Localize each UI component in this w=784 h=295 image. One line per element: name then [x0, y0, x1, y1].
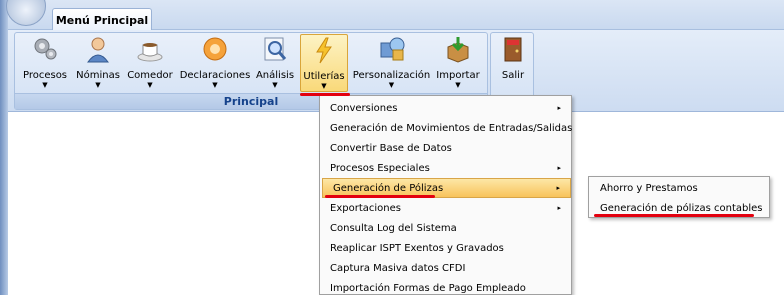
menu-item-label: Importación Formas de Pago Empleado [330, 282, 526, 294]
importar-label: Importar [436, 70, 480, 81]
chevron-down-icon: ▼ [42, 81, 48, 89]
declaraciones-button[interactable]: Declaraciones ▼ [179, 34, 251, 92]
lightning-icon [309, 35, 339, 65]
analisis-button[interactable]: Análisis ▼ [255, 34, 295, 92]
chevron-down-icon: ▼ [321, 82, 327, 90]
annotation-underline-generacion-polizas [325, 195, 435, 198]
menu-item-label: Convertir Base de Datos [330, 142, 452, 154]
magnifier-icon [260, 34, 290, 64]
orange-circle-icon [200, 34, 230, 64]
submenu-arrow-icon: ▸ [557, 104, 561, 112]
submenu-item-label: Ahorro y Prestamos [600, 182, 698, 194]
chevron-down-icon: ▼ [212, 81, 218, 89]
gears-icon [30, 34, 60, 64]
submenu-arrow-icon: ▸ [556, 184, 560, 192]
window-left-border [0, 0, 8, 295]
analisis-label: Análisis [255, 70, 295, 81]
menu-item-convertir-base-datos[interactable]: Convertir Base de Datos [320, 138, 571, 158]
menu-item-label: Generación de Pólizas [333, 182, 444, 194]
chevron-down-icon: ▼ [95, 81, 101, 89]
menu-item-label: Conversiones [330, 102, 398, 114]
salir-label: Salir [501, 70, 525, 81]
utilerias-label: Utilerías [303, 71, 345, 82]
comedor-button[interactable]: Comedor ▼ [127, 34, 173, 92]
menu-item-conversiones[interactable]: Conversiones ▸ [320, 98, 571, 118]
personalizacion-button[interactable]: Personalización ▼ [352, 34, 431, 92]
chevron-down-icon: ▼ [147, 81, 153, 89]
chevron-down-icon: ▼ [388, 81, 395, 89]
salir-button[interactable]: Salir [496, 34, 530, 92]
menu-item-label: Procesos Especiales [330, 162, 430, 174]
nominas-label: Nóminas [76, 70, 120, 81]
polizas-submenu: Ahorro y Prestamos Generación de pólizas… [588, 176, 770, 218]
chevron-down-icon: ▼ [272, 81, 278, 89]
user-icon [83, 34, 113, 64]
import-box-icon [443, 34, 473, 64]
menu-item-label: Captura Masiva datos CFDI [330, 262, 466, 274]
menu-item-label: Exportaciones [330, 202, 401, 214]
menu-item-exportaciones[interactable]: Exportaciones ▸ [320, 198, 571, 218]
tab-label: Menú Principal [55, 13, 149, 27]
menu-item-label: Consulta Log del Sistema [330, 222, 457, 234]
submenu-arrow-icon: ▸ [557, 204, 561, 212]
menu-item-captura-masiva-cfdi[interactable]: Captura Masiva datos CFDI [320, 258, 571, 278]
utilerias-button[interactable]: Utilerías ▼ [300, 34, 348, 92]
submenu-item-ahorro-prestamos[interactable]: Ahorro y Prestamos [589, 178, 769, 198]
menu-item-consulta-log[interactable]: Consulta Log del Sistema [320, 218, 571, 238]
personalizacion-label: Personalización [352, 70, 431, 81]
declaraciones-label: Declaraciones [179, 70, 251, 81]
menu-item-reaplicar-ispt[interactable]: Reaplicar ISPT Exentos y Gravados [320, 238, 571, 258]
menu-item-label: Generación de Movimientos de Entradas/Sa… [330, 122, 573, 134]
annotation-underline-polizas-contables [594, 214, 754, 217]
chevron-down-icon: ▼ [455, 81, 461, 89]
annotation-underline-utilerias [300, 93, 350, 96]
procesos-label: Procesos [22, 70, 68, 81]
menu-item-importacion-formas-pago[interactable]: Importación Formas de Pago Empleado [320, 278, 571, 295]
menu-item-procesos-especiales[interactable]: Procesos Especiales ▸ [320, 158, 571, 178]
submenu-item-label: Generación de pólizas contables [600, 202, 763, 214]
menu-item-generacion-movimientos[interactable]: Generación de Movimientos de Entradas/Sa… [320, 118, 573, 138]
importar-button[interactable]: Importar ▼ [433, 34, 483, 92]
coffee-cup-icon [135, 34, 165, 64]
comedor-label: Comedor [127, 70, 173, 81]
exit-door-icon [498, 34, 528, 64]
submenu-arrow-icon: ▸ [557, 164, 561, 172]
menu-item-label: Reaplicar ISPT Exentos y Gravados [330, 242, 504, 254]
procesos-button[interactable]: Procesos ▼ [22, 34, 68, 92]
nominas-button[interactable]: Nóminas ▼ [76, 34, 120, 92]
personalization-icon [377, 34, 407, 64]
tab-menu-principal[interactable]: Menú Principal [52, 8, 152, 31]
